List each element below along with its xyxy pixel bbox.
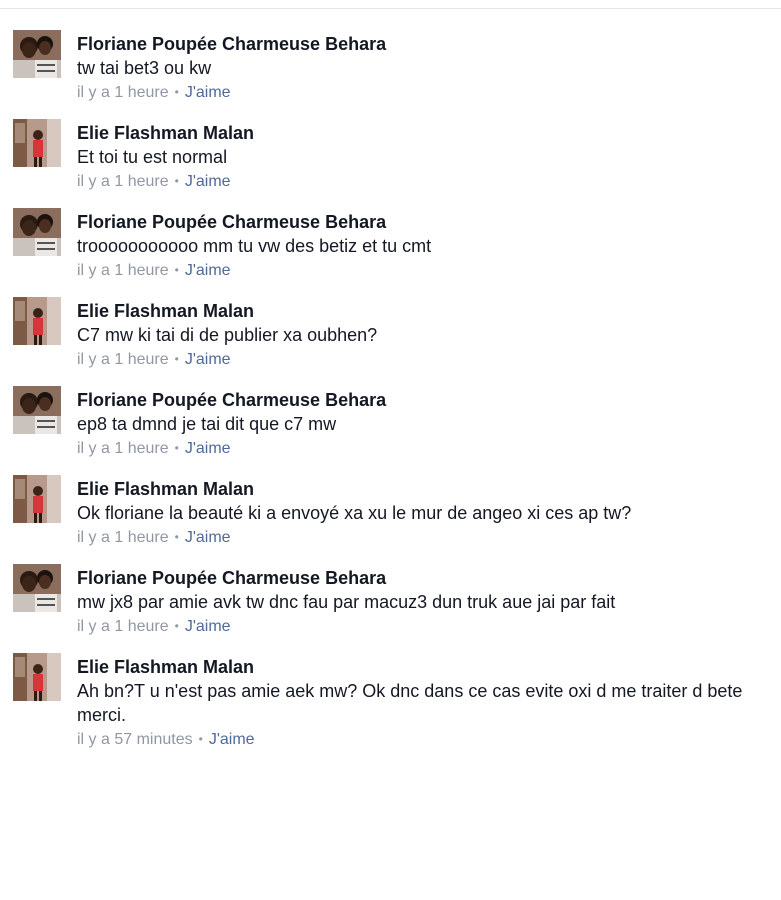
comment-time[interactable]: il y a 1 heure bbox=[77, 84, 169, 101]
comment-meta: il y a 57 minutes • J'aime bbox=[77, 727, 757, 752]
comment-time[interactable]: il y a 1 heure bbox=[77, 440, 169, 457]
like-link[interactable]: J'aime bbox=[185, 618, 231, 635]
meta-separator: • bbox=[174, 85, 179, 99]
meta-separator: • bbox=[198, 732, 203, 746]
comment-author[interactable]: Floriane Poupée Charmeuse Behara bbox=[77, 566, 757, 590]
meta-separator: • bbox=[174, 441, 179, 455]
comment-time[interactable]: il y a 1 heure bbox=[77, 173, 169, 190]
meta-separator: • bbox=[174, 352, 179, 366]
avatar-photo-person-icon[interactable] bbox=[13, 297, 61, 345]
like-link[interactable]: J'aime bbox=[185, 440, 231, 457]
avatar-photo-couple-icon[interactable] bbox=[13, 208, 61, 256]
avatar-photo-couple-icon[interactable] bbox=[13, 564, 61, 612]
comment-time[interactable]: il y a 1 heure bbox=[77, 262, 169, 279]
comment-author[interactable]: Elie Flashman Malan bbox=[77, 477, 757, 501]
avatar-photo-person-icon[interactable] bbox=[13, 119, 61, 167]
top-divider bbox=[0, 8, 781, 9]
comment-author[interactable]: Elie Flashman Malan bbox=[77, 299, 757, 323]
comment-meta: il y a 1 heure • J'aime bbox=[77, 80, 757, 105]
comment-author[interactable]: Floriane Poupée Charmeuse Behara bbox=[77, 210, 757, 234]
comment-meta: il y a 1 heure • J'aime bbox=[77, 258, 757, 283]
comment-author[interactable]: Floriane Poupée Charmeuse Behara bbox=[77, 32, 757, 56]
like-link[interactable]: J'aime bbox=[185, 84, 231, 101]
avatar-photo-person-icon[interactable] bbox=[13, 653, 61, 701]
comment-time[interactable]: il y a 1 heure bbox=[77, 618, 169, 635]
meta-separator: • bbox=[174, 530, 179, 544]
comment-text: Ah bn?T u n'est pas amie aek mw? Ok dnc … bbox=[77, 681, 743, 725]
comment-text: Et toi tu est normal bbox=[77, 147, 228, 167]
comment-meta: il y a 1 heure • J'aime bbox=[77, 614, 757, 639]
comment-text: ep8 ta dmnd je tai dit que c7 mw bbox=[77, 414, 337, 434]
comment-time[interactable]: il y a 1 heure bbox=[77, 529, 169, 546]
comment-text: mw jx8 par amie avk tw dnc fau par macuz… bbox=[77, 592, 616, 612]
comment-author[interactable]: Floriane Poupée Charmeuse Behara bbox=[77, 388, 757, 412]
comment-meta: il y a 1 heure • J'aime bbox=[77, 436, 757, 461]
meta-separator: • bbox=[174, 263, 179, 277]
comment-author[interactable]: Elie Flashman Malan bbox=[77, 121, 757, 145]
like-link[interactable]: J'aime bbox=[185, 529, 231, 546]
comment-text: C7 mw ki tai di de publier xa oubhen? bbox=[77, 325, 378, 345]
comment-time[interactable]: il y a 1 heure bbox=[77, 351, 169, 368]
avatar-photo-couple-icon[interactable] bbox=[13, 30, 61, 78]
like-link[interactable]: J'aime bbox=[185, 351, 231, 368]
comment-author[interactable]: Elie Flashman Malan bbox=[77, 655, 757, 679]
avatar-photo-person-icon[interactable] bbox=[13, 475, 61, 523]
like-link[interactable]: J'aime bbox=[209, 731, 255, 748]
comment-text: Ok floriane la beauté ki a envoyé xa xu … bbox=[77, 503, 632, 523]
meta-separator: • bbox=[174, 619, 179, 633]
comment-time[interactable]: il y a 57 minutes bbox=[77, 731, 193, 748]
comment-text: tw tai bet3 ou kw bbox=[77, 58, 212, 78]
comment-text: trooooooooooo mm tu vw des betiz et tu c… bbox=[77, 236, 432, 256]
comment-meta: il y a 1 heure • J'aime bbox=[77, 169, 757, 194]
comment-meta: il y a 1 heure • J'aime bbox=[77, 525, 757, 550]
comment-meta: il y a 1 heure • J'aime bbox=[77, 347, 757, 372]
meta-separator: • bbox=[174, 174, 179, 188]
avatar-photo-couple-icon[interactable] bbox=[13, 386, 61, 434]
like-link[interactable]: J'aime bbox=[185, 262, 231, 279]
like-link[interactable]: J'aime bbox=[185, 173, 231, 190]
